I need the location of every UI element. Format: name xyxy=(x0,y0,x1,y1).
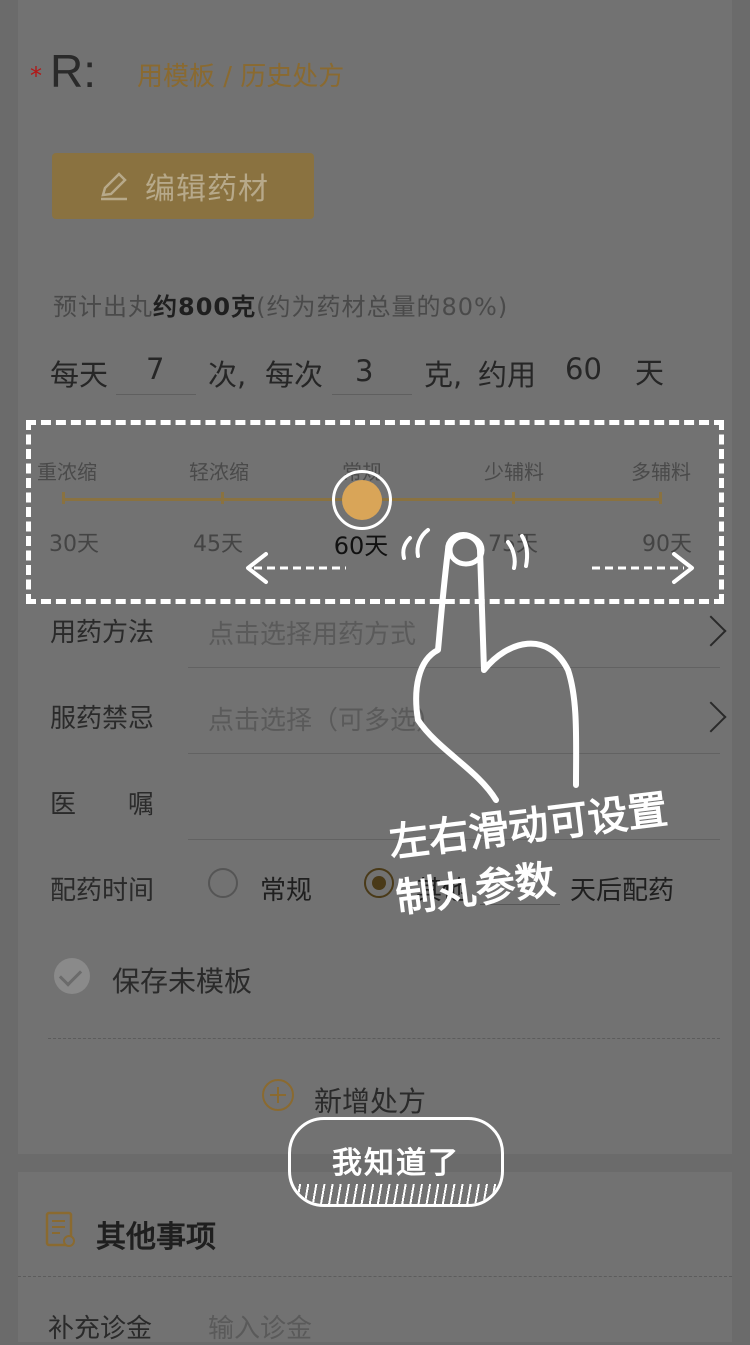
times-per-day-input[interactable]: 7 xyxy=(146,352,164,386)
edit-herbs-label: 编辑药材 xyxy=(145,172,269,207)
add-prescription-button[interactable]: 新增处方 xyxy=(314,1080,426,1120)
days-unit: 天 xyxy=(635,356,665,390)
times-unit: 次, xyxy=(208,358,247,392)
dashed-divider xyxy=(48,1038,720,1039)
extra-fee-input[interactable]: 输入诊金 xyxy=(208,1308,312,1345)
grams-unit: 克, xyxy=(424,358,463,392)
required-mark: * xyxy=(30,62,42,90)
per-time-label: 每次 xyxy=(265,358,324,392)
swipe-right-arrow-icon xyxy=(592,552,694,584)
prescription-label: R: xyxy=(50,45,96,97)
other-matters-title: 其他事项 xyxy=(96,1220,216,1255)
dispense-radio-regular[interactable] xyxy=(208,868,238,898)
pointing-hand-icon xyxy=(401,528,580,803)
grams-per-time-input[interactable]: 3 xyxy=(355,354,373,388)
dashed-divider xyxy=(18,1276,732,1277)
got-it-label: 我知道了 xyxy=(332,1146,460,1181)
days-value: 60 xyxy=(565,352,602,386)
pill-estimate: 预计出丸约800克(约为药材总量的80%) xyxy=(53,293,509,321)
grams-underline xyxy=(332,394,412,395)
usage-method-label: 用药方法 xyxy=(50,618,155,648)
save-template-label: 保存未模板 xyxy=(112,965,253,998)
per-day-label: 每天 xyxy=(50,358,109,392)
swipe-left-arrow-icon xyxy=(246,552,346,584)
times-underline xyxy=(116,394,196,395)
button-hatch-decoration xyxy=(291,1184,501,1204)
template-history-link[interactable]: 用模板 / 历史处方 xyxy=(137,56,344,93)
usage-method-field[interactable]: 点击选择用药方式 xyxy=(208,614,416,651)
got-it-button[interactable]: 我知道了 xyxy=(288,1117,504,1207)
taboo-label: 服药禁忌 xyxy=(50,704,155,734)
dispense-time-label: 配药时间 xyxy=(50,876,155,906)
document-icon xyxy=(45,1211,75,1247)
advice-label: 医 嘱 xyxy=(50,790,155,820)
add-circle-icon[interactable] xyxy=(262,1079,294,1111)
edit-herbs-button[interactable]: 编辑药材 xyxy=(52,153,314,219)
pencil-icon xyxy=(101,172,127,201)
about-use-label: 约用 xyxy=(478,358,537,392)
save-template-checkbox[interactable] xyxy=(54,958,90,994)
extra-fee-label: 补充诊金 xyxy=(48,1314,153,1344)
dosage-row: 每天 7 次, 每次 3 克, 约用 60 天 xyxy=(50,348,690,398)
dispense-option-regular: 常规 xyxy=(260,876,313,906)
dispense-radio-other[interactable] xyxy=(364,868,394,898)
